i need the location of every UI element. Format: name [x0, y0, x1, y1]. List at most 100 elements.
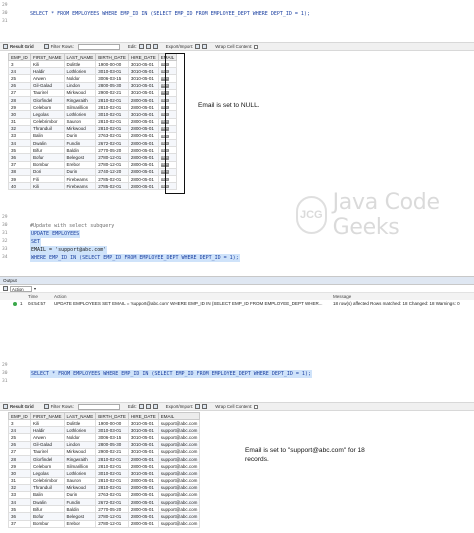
table-cell[interactable]: Bombur — [30, 160, 65, 169]
chevron-down-icon[interactable]: ▾ — [34, 286, 36, 291]
table-cell[interactable]: Celebrimbor — [30, 476, 65, 485]
table-cell[interactable]: Dolittle — [63, 59, 97, 69]
table-cell[interactable]: 3006-03-15 — [95, 433, 129, 442]
table-row[interactable]: 34 Dwalin Fundin 2672-02-01 2800-05-01 NULL — [8, 139, 178, 148]
sql-editor-bottom[interactable]: 29 30 SELECT * FROM EMPLOYEES WHERE EMP_I… — [0, 362, 474, 386]
result-grid-tab[interactable]: Result Grid — [3, 44, 34, 49]
table-row[interactable]: 27 Taurirel Mirkwood 2900-02-21 3010-05-01 su… — [8, 447, 201, 456]
table-cell[interactable]: 2800-05-01 — [127, 490, 159, 500]
table-cell[interactable]: 26 — [8, 81, 31, 90]
table-cell[interactable]: 1900-00-00 — [95, 418, 129, 428]
sql-code[interactable]: WHERE EMP_ID IN (SELECT EMP_ID FROM EMPL… — [30, 254, 240, 262]
table-cell[interactable]: 26 — [8, 440, 31, 449]
output-row[interactable]: 1 04:54:57 UPDATE EMPLOYEES SET EMAIL = … — [0, 300, 474, 307]
sql-code[interactable]: SET — [30, 238, 42, 246]
table-cell[interactable]: 3010-03-01 — [95, 67, 129, 76]
export-icon[interactable] — [195, 404, 201, 409]
table-cell[interactable]: 2900-02-21 — [95, 447, 129, 456]
table-cell[interactable]: Kili — [30, 59, 65, 69]
table-cell[interactable]: 2810-02-01 — [95, 124, 129, 133]
table-cell[interactable]: 3010-05-01 — [127, 447, 159, 456]
sql-code[interactable]: SELECT * FROM EMPLOYEES WHERE EMP_ID IN … — [30, 10, 310, 18]
email-cell[interactable]: support@abc.com — [157, 426, 201, 435]
email-cell[interactable]: support@abc.com — [157, 440, 201, 449]
col-emp-id[interactable]: EMP_ID — [8, 412, 31, 420]
filter-rows-input[interactable] — [77, 43, 120, 50]
email-cell[interactable]: support@abc.com — [157, 462, 201, 471]
wrap-cell-checkbox[interactable] — [254, 404, 259, 409]
table-cell[interactable]: Lothlorien — [63, 110, 97, 119]
table-cell[interactable]: Arwen — [30, 74, 65, 83]
table-cell[interactable]: Celeborn — [30, 462, 65, 471]
table-cell[interactable]: 2672-02-01 — [95, 498, 129, 507]
email-cell[interactable]: support@abc.com — [157, 505, 201, 514]
table-cell[interactable]: 32 — [8, 124, 31, 133]
table-row[interactable]: 31 Celebrimbor Sauron 2810-02-01 2800-05-01 s… — [8, 476, 201, 485]
table-cell[interactable]: 3006-03-15 — [95, 74, 129, 83]
wrap-cell-checkbox[interactable] — [254, 44, 259, 49]
sql-editor-top[interactable]: 29 30 SELECT * FROM EMPLOYEES WHERE EMP_I… — [0, 2, 474, 26]
table-cell[interactable]: 3010-05-01 — [127, 110, 159, 119]
col-emp-id[interactable]: EMP_ID — [8, 53, 31, 61]
table-cell[interactable]: 2810-02-01 — [95, 462, 129, 471]
table-cell[interactable]: 3 — [8, 59, 31, 69]
table-cell[interactable]: 29 — [8, 103, 31, 112]
table-cell[interactable]: Baldin — [63, 146, 97, 155]
table-row[interactable]: 3 Kili Dolittle 1900-00-00 3010-05-01 support… — [8, 418, 201, 428]
table-cell[interactable]: Bifur — [30, 146, 65, 155]
table-cell[interactable]: 2800-05-01 — [127, 153, 159, 162]
col-first-name[interactable]: FIRST_NAME — [30, 53, 65, 61]
table-cell[interactable]: 2672-02-01 — [95, 139, 129, 148]
sql-code[interactable]: SELECT * FROM EMPLOYEES WHERE EMP_ID IN … — [30, 370, 312, 378]
table-cell[interactable]: 35 — [8, 146, 31, 155]
table-cell[interactable]: 3010-05-01 — [127, 440, 159, 449]
table-row[interactable]: 27 Taurirel Mirkwood 2900-02-21 3010-05-01 NU… — [8, 88, 178, 97]
table-row[interactable]: 33 Balin Durin 2763-02-01 2800-05-01 support@… — [8, 490, 201, 500]
table-cell[interactable]: 31 — [8, 117, 31, 126]
email-cell[interactable]: support@abc.com — [157, 447, 201, 456]
table-cell[interactable]: 3010-05-01 — [127, 418, 159, 428]
email-cell[interactable]: support@abc.com — [157, 498, 201, 507]
table-row[interactable]: 35 Bifur Baldin 2770-05-20 2800-05-01 support… — [8, 505, 201, 514]
table-cell[interactable]: 30 — [8, 469, 31, 478]
table-cell[interactable]: 2780-12-01 — [95, 519, 129, 528]
table-cell[interactable]: Legolas — [30, 469, 65, 478]
table-cell[interactable]: Legolas — [30, 110, 65, 119]
sql-code[interactable]: EMAIL = 'support@abc.com' — [30, 246, 108, 254]
table-cell[interactable]: 2810-02-01 — [95, 95, 129, 105]
table-cell[interactable]: 36 — [8, 512, 31, 521]
table-cell[interactable]: Mirkwood — [63, 483, 97, 492]
table-cell[interactable]: Gil-Galad — [30, 81, 65, 90]
table-cell[interactable]: Lindon — [63, 440, 97, 449]
table-row[interactable]: 25 Arwen Noldor 3006-03-15 3010-05-01 support… — [8, 433, 201, 442]
table-row[interactable]: 37 Bombur Erebor 2780-12-01 2800-05-01 NULL — [8, 160, 178, 169]
table-cell[interactable]: 32 — [8, 483, 31, 492]
table-cell[interactable]: Celebrimbor — [30, 117, 65, 126]
table-cell[interactable]: 2800-05-01 — [127, 476, 159, 485]
table-row[interactable]: 29 Celeborn Silmarillion 2810-02-01 2800-05-… — [8, 462, 201, 471]
sql-editor-update[interactable]: 29 30 #Update with select subquery 31 UPDA… — [0, 214, 474, 262]
col-birth-date[interactable]: BIRTH_DATE — [95, 53, 129, 61]
table-row[interactable]: 28 Glorfindel Ringwraith 2810-02-01 2800-05-… — [8, 95, 178, 105]
table-cell[interactable]: Lothlorien — [63, 67, 97, 76]
action-output-select[interactable]: Action Output — [10, 285, 32, 297]
col-email[interactable]: EMAIL — [157, 412, 201, 420]
sql-comment[interactable]: #Update with select subquery — [30, 222, 114, 230]
table-cell[interactable]: 2800-05-01 — [127, 462, 159, 471]
email-cell[interactable]: support@abc.com — [157, 469, 201, 478]
table-cell[interactable]: 24 — [8, 67, 31, 76]
email-cell[interactable]: support@abc.com — [157, 418, 201, 428]
table-cell[interactable]: Glorfindel — [30, 454, 65, 464]
table-cell[interactable]: Dwalin — [30, 498, 65, 507]
table-row[interactable]: 36 Bofur Belegost 2780-12-01 2800-05-01 suppo… — [8, 512, 201, 521]
table-cell[interactable]: Balin — [30, 490, 65, 500]
table-cell[interactable]: 2800-05-01 — [127, 498, 159, 507]
table-cell[interactable]: Mirkwood — [63, 88, 97, 97]
email-cell[interactable]: support@abc.com — [157, 519, 201, 528]
table-cell[interactable]: Ringwraith — [63, 454, 97, 464]
table-cell[interactable]: Fundin — [63, 498, 97, 507]
table-cell[interactable]: 2800-05-01 — [127, 182, 159, 191]
table-cell[interactable]: 2800-05-01 — [127, 117, 159, 126]
table-cell[interactable]: 3010-02-01 — [95, 469, 129, 478]
table-cell[interactable]: Mirkwood — [63, 447, 97, 456]
